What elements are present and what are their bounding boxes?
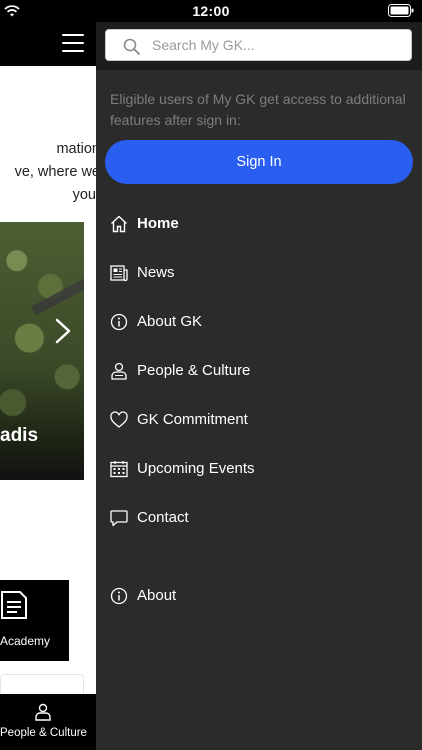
tab-label: People & Culture xyxy=(0,727,87,739)
search-input[interactable] xyxy=(152,30,402,60)
menu-item-label: News xyxy=(137,264,175,281)
menu-item-label: Home xyxy=(137,215,179,232)
hero-image-detail xyxy=(31,278,84,316)
menu-item-label: Contact xyxy=(137,509,189,526)
menu-item-label: About xyxy=(137,587,177,604)
intro-line: ve, where we xyxy=(14,164,96,180)
menu-item-contact[interactable]: Contact xyxy=(96,495,422,544)
person-icon xyxy=(111,362,127,380)
hamburger-menu-icon[interactable] xyxy=(62,34,84,52)
menu-item-home[interactable]: Home xyxy=(96,201,422,250)
hero-caption: adis xyxy=(0,425,39,446)
menu-item-news[interactable]: News xyxy=(96,250,422,299)
document-icon xyxy=(1,591,27,619)
person-icon xyxy=(35,703,51,721)
info-icon xyxy=(110,587,128,605)
info-icon xyxy=(110,313,128,331)
about-section: About xyxy=(96,573,422,622)
menu-item-gk-commitment[interactable]: GK Commitment xyxy=(96,397,422,446)
status-bar: 12:00 xyxy=(0,0,422,22)
menu-item-about-gk[interactable]: About GK xyxy=(96,299,422,348)
menu-item-label: GK Commitment xyxy=(137,411,248,428)
menu-item-label: People & Culture xyxy=(137,362,251,379)
status-time: 12:00 xyxy=(192,3,230,19)
background-header xyxy=(0,22,96,66)
signin-note: Eligible users of My GK get access to ad… xyxy=(110,91,406,128)
heart-icon xyxy=(110,411,128,428)
home-icon xyxy=(111,215,127,233)
background-page: mation ve, where we you. adis Academy Pe… xyxy=(0,22,96,750)
menu-item-people-culture[interactable]: People & Culture xyxy=(96,348,422,397)
tab-people-culture[interactable]: People & Culture xyxy=(0,694,96,750)
search-icon xyxy=(123,38,140,55)
chevron-right-icon[interactable] xyxy=(54,318,72,344)
news-icon xyxy=(110,265,128,282)
calendar-icon xyxy=(110,461,128,478)
drawer-menu: Home News About GK People & Culture GK C… xyxy=(96,201,422,544)
navigation-drawer: Eligible users of My GK get access to ad… xyxy=(96,22,422,750)
search-box[interactable] xyxy=(105,29,412,61)
menu-item-upcoming-events[interactable]: Upcoming Events xyxy=(96,446,422,495)
menu-item-label: About GK xyxy=(137,313,203,330)
menu-item-label: Upcoming Events xyxy=(137,460,255,477)
academy-label: Academy xyxy=(0,634,51,648)
menu-item-about[interactable]: About xyxy=(96,573,422,622)
search-bar xyxy=(96,22,422,70)
academy-tile[interactable]: Academy xyxy=(0,580,69,661)
intro-line: you. xyxy=(72,187,96,203)
hero-carousel[interactable]: adis xyxy=(0,222,84,480)
chat-bubble-icon xyxy=(110,510,128,527)
background-intro-text: mation ve, where we you. xyxy=(0,138,96,207)
sign-in-button[interactable]: Sign In xyxy=(105,140,413,184)
battery-icon xyxy=(388,4,414,17)
intro-line: mation xyxy=(56,141,96,157)
